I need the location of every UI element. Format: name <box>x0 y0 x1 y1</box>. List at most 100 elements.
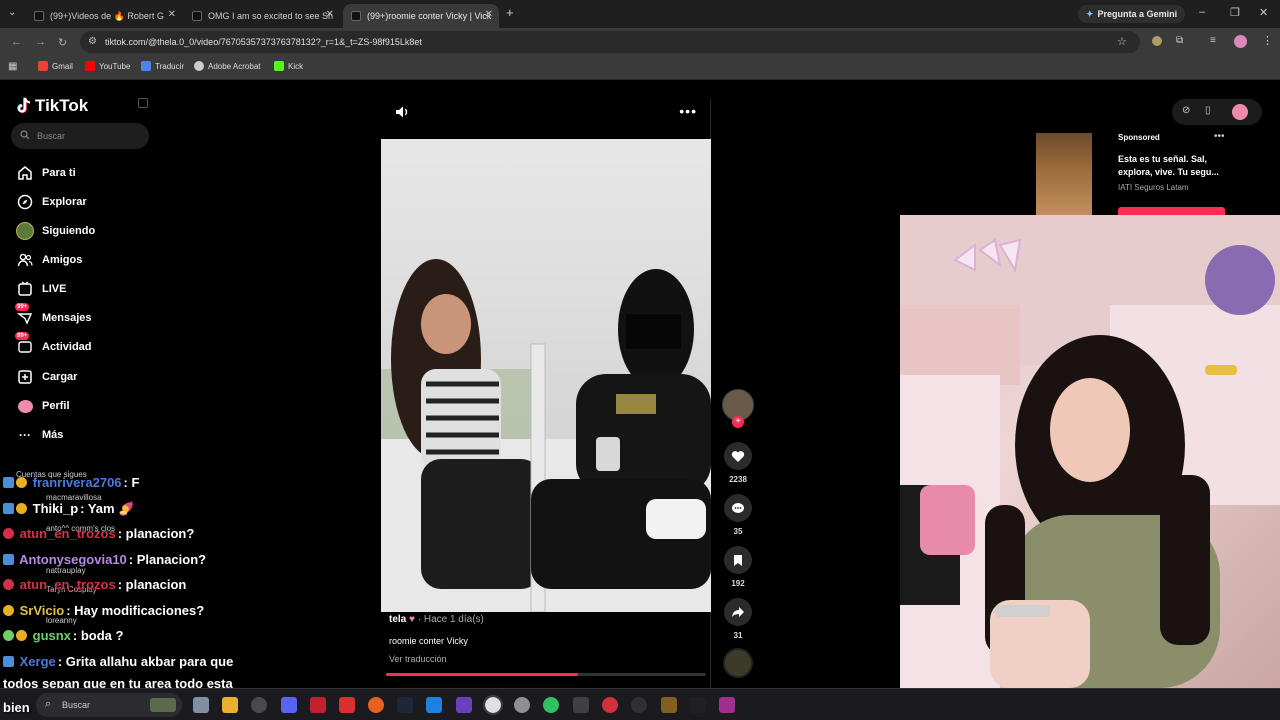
upload-icon <box>16 368 34 386</box>
comment-icon[interactable] <box>724 494 752 522</box>
tab-3-close-icon[interactable]: ✕ <box>485 9 493 20</box>
app-icon[interactable] <box>573 697 589 713</box>
nav-mensajes[interactable]: 99+ Mensajes <box>15 303 92 328</box>
comment-action[interactable]: 35 <box>723 494 753 536</box>
app-icon[interactable] <box>661 697 677 713</box>
task-view-icon[interactable] <box>193 697 209 713</box>
messages-badge: 99+ <box>15 303 30 311</box>
steam-icon[interactable] <box>397 697 413 713</box>
tiktok-logo[interactable]: TikTok <box>16 96 88 116</box>
video-progress-bar[interactable] <box>386 673 706 676</box>
nav-amigos[interactable]: Amigos <box>16 250 82 270</box>
bookmark-icon[interactable] <box>724 546 752 574</box>
epic-games-icon[interactable] <box>690 697 706 713</box>
nav-live[interactable]: LIVE <box>16 279 66 299</box>
maximize-icon[interactable]: ❐ <box>1230 6 1240 19</box>
tab-1-close-icon[interactable]: ✕ <box>168 9 176 20</box>
nav-label: Actividad <box>42 341 92 353</box>
gemini-button[interactable]: ✦ Pregunta a Gemini <box>1078 5 1186 23</box>
sidebar-collapse-icon[interactable] <box>138 98 148 108</box>
url-input[interactable]: ⚙ tiktok.com/@thela.0_0/video/7670535737… <box>80 31 1140 53</box>
save-action[interactable]: 192 <box>723 546 753 588</box>
browser-menu-icon[interactable]: ⋮ <box>1262 34 1273 47</box>
back-icon[interactable]: ← <box>11 36 22 48</box>
chat-message: Xerge: Grita allahu akbar para que <box>3 654 233 669</box>
nav-explorar[interactable]: Explorar <box>16 192 87 212</box>
nav-perfil[interactable]: Perfil <box>16 396 70 416</box>
coin-icon[interactable]: ⊘ <box>1182 105 1190 116</box>
chat-username: franrivera2706 <box>32 475 122 490</box>
nav-siguiendo[interactable]: Siguiendo <box>16 221 95 241</box>
bookmark-traducir[interactable]: Traducir <box>141 61 184 71</box>
nav-mas[interactable]: ··· Más <box>16 425 63 445</box>
tab-2-close-icon[interactable]: ✕ <box>326 9 334 20</box>
reload-icon[interactable]: ↻ <box>58 36 67 49</box>
extension-icon[interactable] <box>1152 36 1162 46</box>
chat-text: : planacion <box>117 577 187 592</box>
share-action[interactable]: 31 <box>723 598 753 640</box>
extensions-puzzle-icon[interactable]: ⧉ <box>1176 35 1183 46</box>
user-avatar[interactable] <box>1232 104 1248 120</box>
forward-icon[interactable]: → <box>35 36 46 48</box>
firefox-icon[interactable] <box>368 697 384 713</box>
profile-icon <box>16 397 34 415</box>
site-info-icon[interactable]: ⚙ <box>88 36 97 47</box>
chat-username: Antonysegovia10 <box>19 552 127 567</box>
nav-actividad[interactable]: 99+ Actividad <box>15 332 92 357</box>
file-explorer-icon[interactable] <box>222 697 238 713</box>
ad-thumbnail[interactable] <box>1036 133 1092 217</box>
app-icon[interactable] <box>602 697 618 713</box>
app-icon[interactable] <box>543 697 559 713</box>
taskbar-search[interactable]: ⌕ Buscar <box>36 693 182 717</box>
minimize-icon[interactable]: – <box>1199 6 1205 18</box>
app-icon[interactable] <box>426 697 442 713</box>
app-icon[interactable] <box>251 697 267 713</box>
like-action[interactable]: 2238 <box>723 442 753 484</box>
see-translation-link[interactable]: Ver traducción <box>389 654 447 664</box>
obs-icon[interactable] <box>456 697 472 713</box>
app-icon[interactable] <box>310 697 326 713</box>
bookmark-kick[interactable]: Kick <box>274 61 303 71</box>
nav-para-ti[interactable]: Para ti <box>16 163 76 183</box>
chrome-icon[interactable] <box>483 695 503 715</box>
friends-icon <box>16 251 34 269</box>
video-more-options-icon[interactable]: ••• <box>679 103 697 119</box>
volume-icon[interactable] <box>395 105 411 119</box>
bookmark-label: YouTube <box>99 61 131 71</box>
new-tab-icon[interactable]: + <box>506 5 514 20</box>
device-icon[interactable]: ▯ <box>1205 105 1211 116</box>
tab-2[interactable]: OMG I am so excited to see Sh ✕ <box>184 4 340 28</box>
ad-more-icon[interactable]: ••• <box>1214 131 1225 142</box>
url-text: tiktok.com/@thela.0_0/video/767053573737… <box>105 37 422 47</box>
gemini-sparkle-icon: ✦ <box>1086 8 1094 19</box>
settings-icon[interactable] <box>514 697 530 713</box>
video-player[interactable] <box>381 139 711 612</box>
app-icon[interactable] <box>339 697 355 713</box>
share-icon[interactable] <box>724 598 752 626</box>
nav-cargar[interactable]: Cargar <box>16 367 77 387</box>
discord-icon[interactable] <box>281 697 297 713</box>
shield-badge-icon <box>3 528 14 539</box>
4k-app-icon[interactable] <box>631 697 647 713</box>
live-icon <box>16 280 34 298</box>
bookmark-adobe-acrobat[interactable]: Adobe Acrobat <box>194 61 260 71</box>
profile-avatar[interactable] <box>1234 35 1247 48</box>
app-icon[interactable] <box>719 697 735 713</box>
chat-username: atun_en_trozos <box>19 577 116 592</box>
search-input[interactable]: Buscar <box>11 123 149 149</box>
tab-3-active[interactable]: (99+)roomie conter Vicky | Vick ✕ <box>343 4 499 28</box>
bookmark-youtube[interactable]: YouTube <box>85 61 130 71</box>
reading-list-icon[interactable]: ≡ <box>1210 35 1216 46</box>
bookmark-star-icon[interactable]: ☆ <box>1117 35 1127 48</box>
apps-grid-icon[interactable]: ▦ <box>8 61 17 72</box>
video-author[interactable]: tela ♥ · Hace 1 día(s) <box>389 614 484 625</box>
bookmark-label: Kick <box>288 61 304 71</box>
globe-icon <box>194 61 204 71</box>
music-disc-icon[interactable] <box>723 648 753 678</box>
tab-1[interactable]: (99+)Videos de 🔥 Robert G ✕ <box>26 4 182 28</box>
follow-plus-icon[interactable]: + <box>732 416 744 428</box>
heart-icon[interactable] <box>724 442 752 470</box>
bookmark-gmail[interactable]: Gmail <box>38 61 73 71</box>
window-close-icon[interactable]: ✕ <box>1259 6 1268 19</box>
tab-search-icon[interactable]: ⌄ <box>8 7 16 18</box>
